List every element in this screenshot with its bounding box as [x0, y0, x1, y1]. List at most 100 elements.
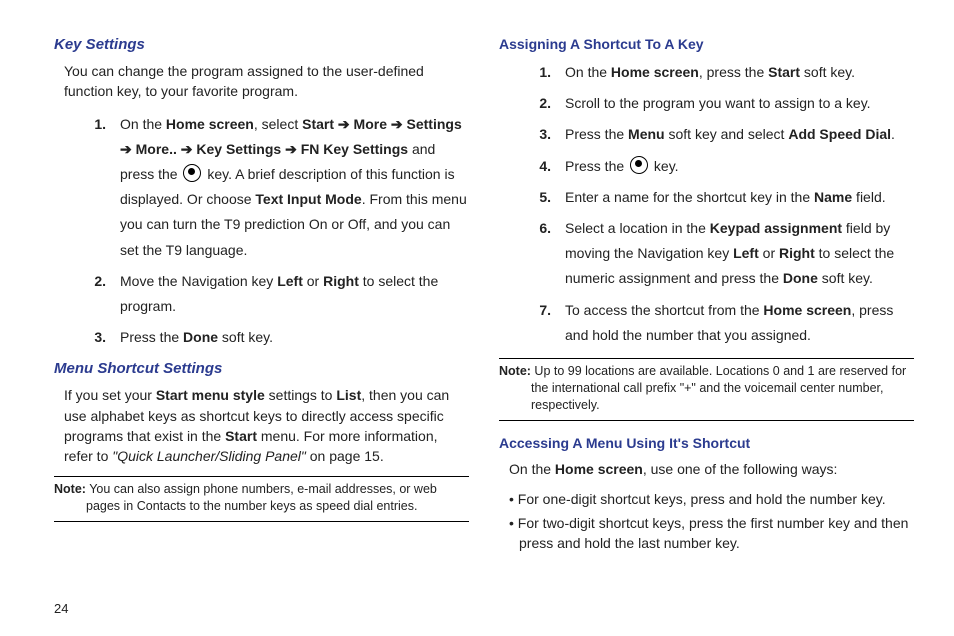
text: On the: [565, 64, 611, 80]
text: To access the shortcut from the: [565, 302, 763, 318]
step-number: 2.: [499, 91, 565, 116]
bold-text: More..: [136, 141, 177, 157]
bold-text: List: [336, 387, 361, 403]
bold-text: Done: [183, 329, 218, 345]
bold-text: Start: [225, 428, 257, 444]
step-number: 7.: [499, 298, 565, 348]
assign-steps: 1. On the Home screen, press the Start s…: [499, 60, 914, 348]
menu-shortcut-paragraph: If you set your Start menu style setting…: [64, 385, 469, 466]
step-body: Scroll to the program you want to assign…: [565, 91, 914, 116]
note-label: Note:: [499, 364, 531, 378]
bold-text: Menu: [628, 126, 665, 142]
text: soft key and select: [665, 126, 789, 142]
step-body: Select a location in the Keypad assignme…: [565, 216, 914, 292]
step-body: Move the Navigation key Left or Right to…: [120, 269, 469, 319]
list-item: 1. On the Home screen, press the Start s…: [499, 60, 914, 85]
list-item: 3. Press the Done soft key.: [54, 325, 469, 350]
center-key-icon: [630, 156, 648, 174]
italic-reference: "Quick Launcher/Sliding Panel": [112, 448, 306, 464]
text: On the: [509, 461, 555, 477]
step-number: 3.: [499, 122, 565, 147]
bold-text: Home screen: [763, 302, 851, 318]
step-body: Press the Done soft key.: [120, 325, 469, 350]
bold-text: Start: [302, 116, 334, 132]
bold-text: Home screen: [166, 116, 254, 132]
text: key.: [650, 158, 679, 174]
bold-text: Key Settings: [196, 141, 281, 157]
note-text: You can also assign phone numbers, e-mai…: [86, 482, 437, 513]
bold-text: Add Speed Dial: [788, 126, 891, 142]
text: , select: [254, 116, 302, 132]
list-item: For two-digit shortcut keys, press the f…: [509, 513, 914, 554]
step-body: Press the key.: [565, 154, 914, 179]
bold-text: More: [354, 116, 387, 132]
note-text: Up to 99 locations are available. Locati…: [531, 364, 906, 412]
step-body: On the Home screen, press the Start soft…: [565, 60, 914, 85]
text: or: [759, 245, 779, 261]
access-intro: On the Home screen, use one of the follo…: [509, 459, 914, 479]
step-number: 5.: [499, 185, 565, 210]
heading-accessing-menu: Accessing A Menu Using It's Shortcut: [499, 435, 914, 451]
text: Press the: [565, 158, 628, 174]
step-body: Press the Menu soft key and select Add S…: [565, 122, 914, 147]
text: Select a location in the: [565, 220, 710, 236]
center-key-icon: [183, 164, 201, 182]
bold-text: Home screen: [611, 64, 699, 80]
heading-key-settings: Key Settings: [54, 36, 469, 53]
step-body: To access the shortcut from the Home scr…: [565, 298, 914, 348]
key-settings-intro: You can change the program assigned to t…: [64, 61, 469, 102]
text: , use one of the following ways:: [643, 461, 838, 477]
text: Enter a name for the shortcut key in the: [565, 189, 814, 205]
text: soft key.: [818, 270, 873, 286]
heading-assigning-shortcut: Assigning A Shortcut To A Key: [499, 36, 914, 52]
page-number: 24: [54, 601, 68, 616]
text: On the: [120, 116, 166, 132]
bold-text: Left: [733, 245, 759, 261]
note-block: Note: You can also assign phone numbers,…: [54, 476, 469, 522]
bold-text: Right: [779, 245, 815, 261]
list-item: 3. Press the Menu soft key and select Ad…: [499, 122, 914, 147]
bold-text: Done: [783, 270, 818, 286]
text: Press the: [120, 329, 183, 345]
text: Press the: [565, 126, 628, 142]
key-settings-steps: 1. On the Home screen, select Start ➔ Mo…: [54, 112, 469, 351]
bold-text: Left: [277, 273, 303, 289]
list-item: 2. Scroll to the program you want to ass…: [499, 91, 914, 116]
text: on page 15.: [306, 448, 384, 464]
step-body: Enter a name for the shortcut key in the…: [565, 185, 914, 210]
text: Move the Navigation key: [120, 273, 277, 289]
text: If you set your: [64, 387, 156, 403]
document-page: Key Settings You can change the program …: [0, 0, 954, 636]
bold-text: FN Key Settings: [301, 141, 408, 157]
list-item: 4. Press the key.: [499, 154, 914, 179]
list-item: 7. To access the shortcut from the Home …: [499, 298, 914, 348]
note-block: Note: Up to 99 locations are available. …: [499, 358, 914, 421]
bold-text: Settings: [407, 116, 462, 132]
text: .: [891, 126, 895, 142]
bold-text: Start menu style: [156, 387, 265, 403]
step-number: 1.: [54, 112, 120, 263]
text: , press the: [699, 64, 768, 80]
step-number: 2.: [54, 269, 120, 319]
note-body: Note: Up to 99 locations are available. …: [499, 363, 914, 414]
text: soft key.: [800, 64, 855, 80]
list-item: 6. Select a location in the Keypad assig…: [499, 216, 914, 292]
right-column: Assigning A Shortcut To A Key 1. On the …: [499, 36, 914, 616]
bold-text: Home screen: [555, 461, 643, 477]
bold-text: Text Input Mode: [255, 191, 361, 207]
bold-text: Keypad assignment: [710, 220, 842, 236]
bold-text: Name: [814, 189, 852, 205]
bold-text: Right: [323, 273, 359, 289]
note-body: Note: You can also assign phone numbers,…: [54, 481, 469, 515]
step-number: 3.: [54, 325, 120, 350]
text: settings to: [265, 387, 337, 403]
left-column: Key Settings You can change the program …: [54, 36, 469, 616]
step-number: 1.: [499, 60, 565, 85]
text: field.: [852, 189, 885, 205]
list-item: 5. Enter a name for the shortcut key in …: [499, 185, 914, 210]
list-item: For one-digit shortcut keys, press and h…: [509, 489, 914, 509]
bold-text: Start: [768, 64, 800, 80]
text: soft key.: [218, 329, 273, 345]
heading-menu-shortcut: Menu Shortcut Settings: [54, 360, 469, 377]
note-label: Note:: [54, 482, 86, 496]
